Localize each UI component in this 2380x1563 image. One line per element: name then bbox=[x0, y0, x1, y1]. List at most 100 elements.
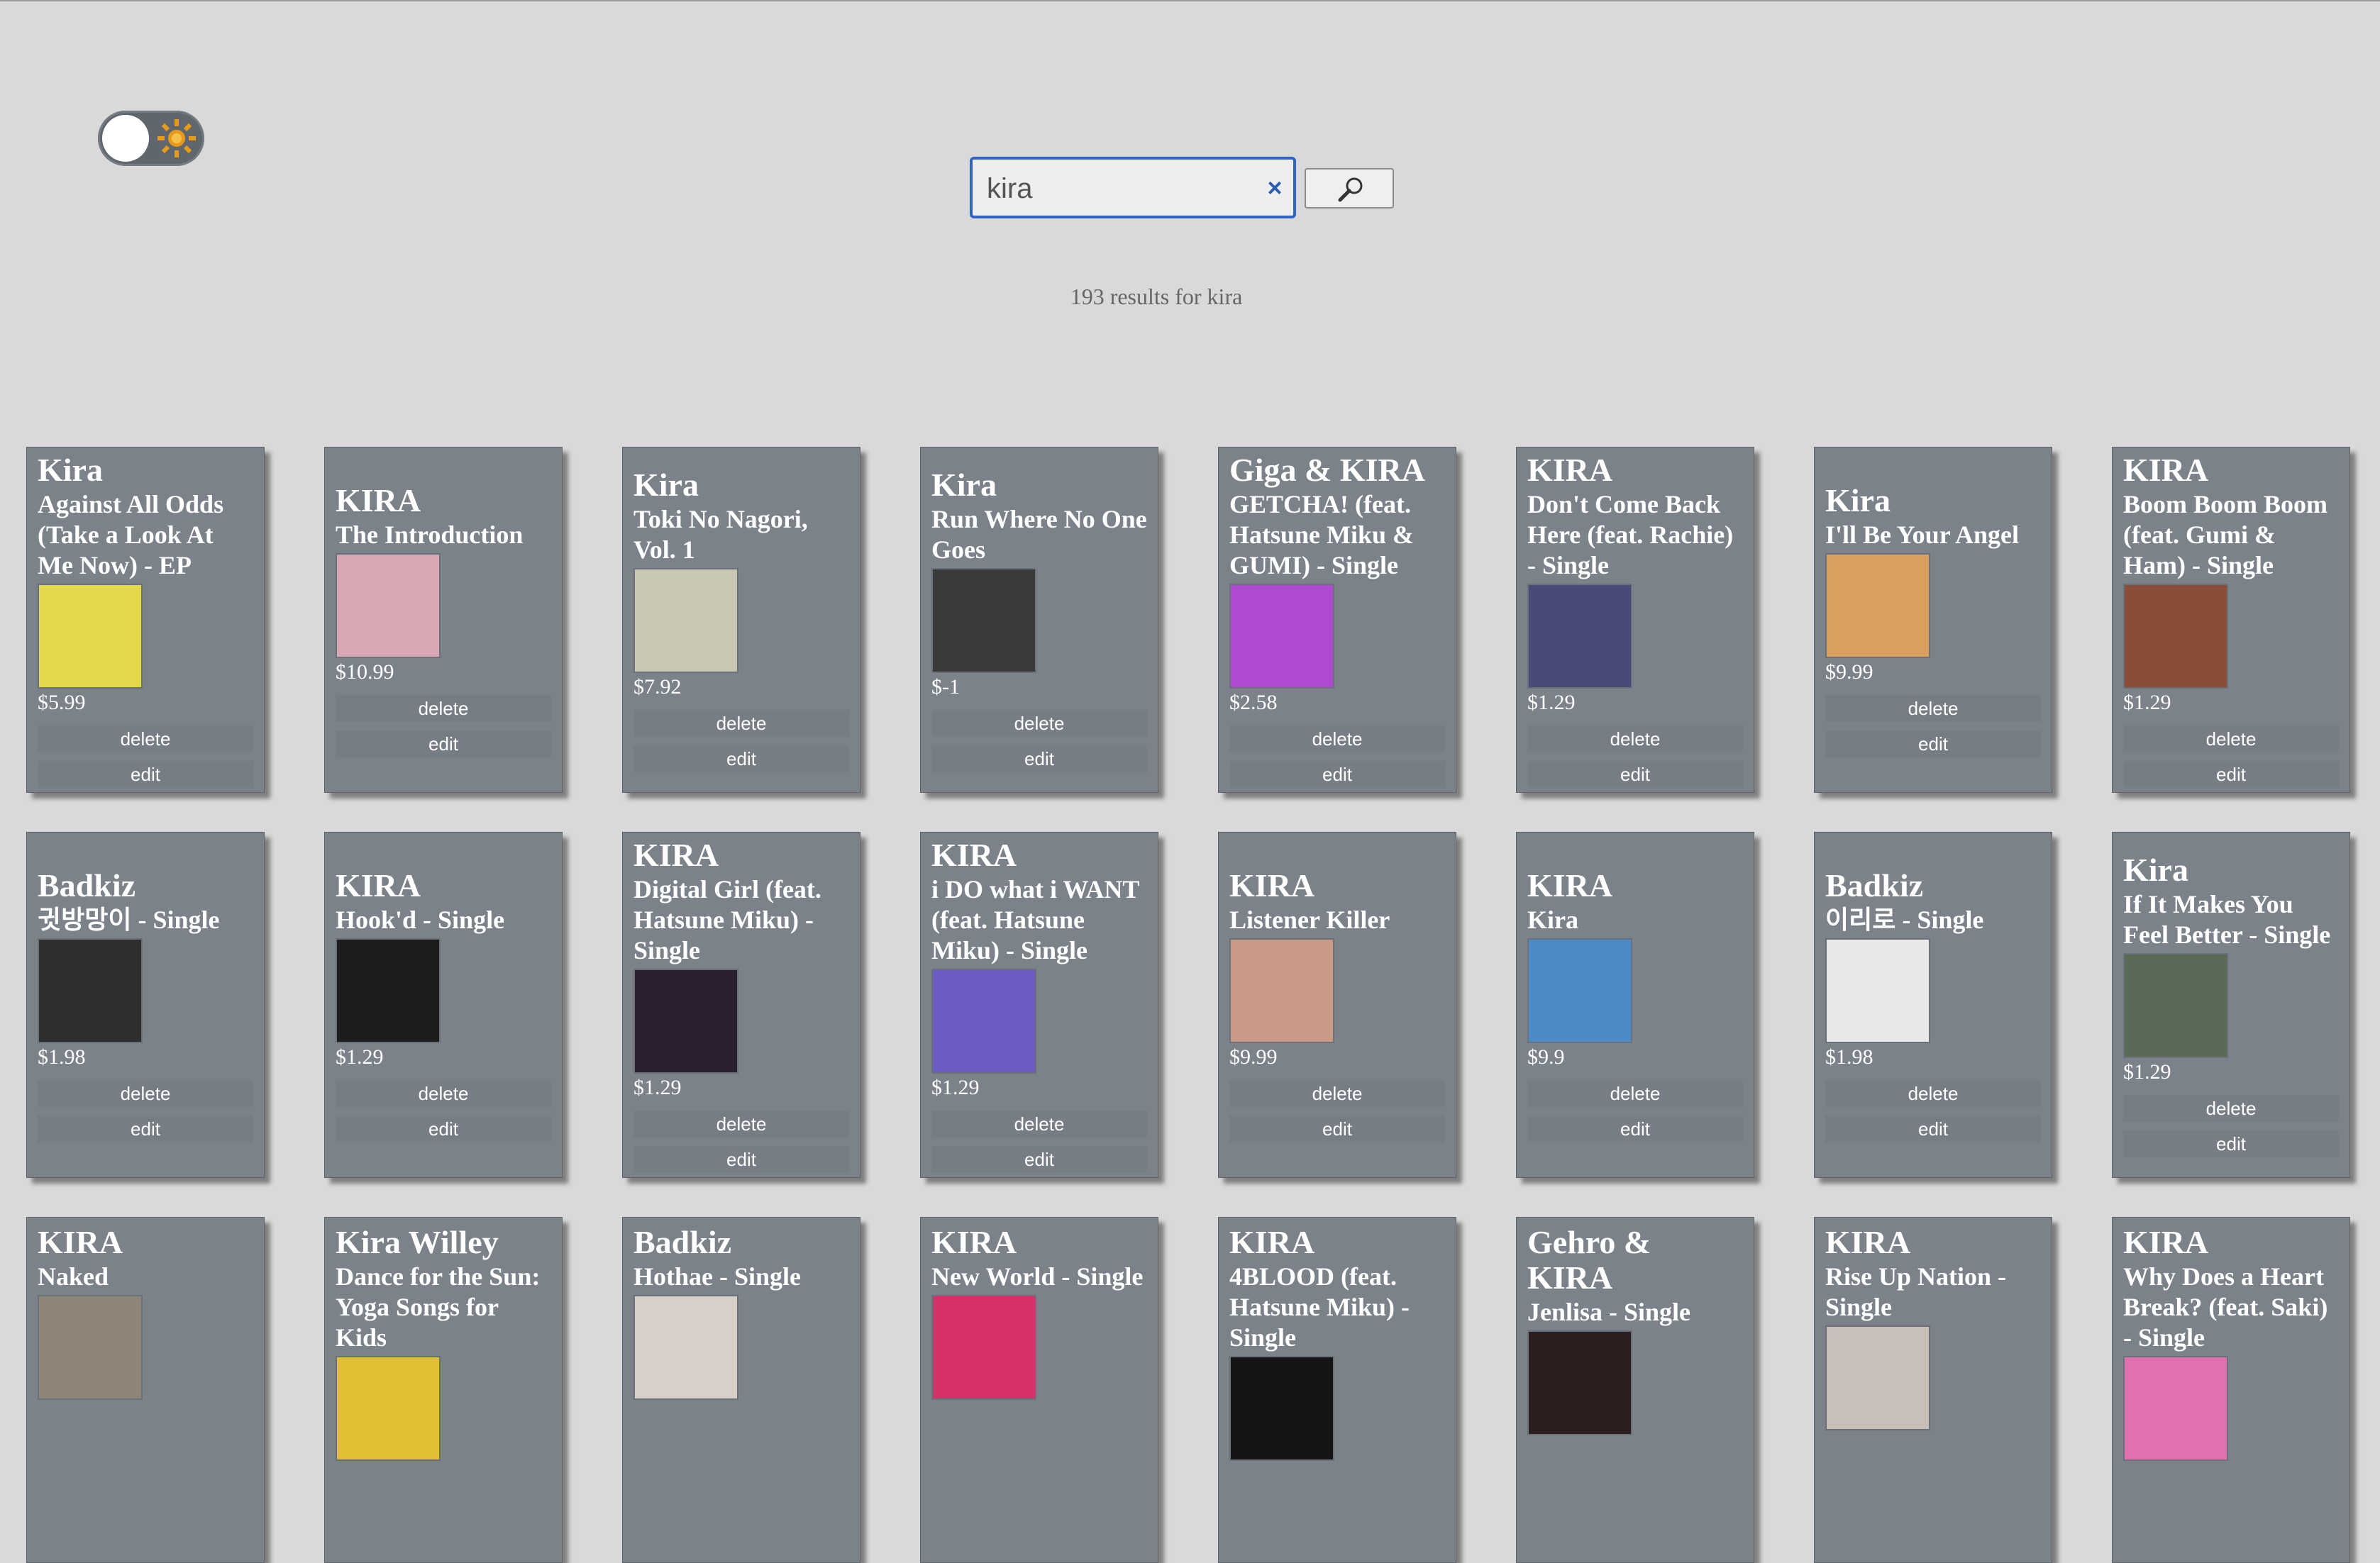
delete-button[interactable]: delete bbox=[38, 1079, 253, 1107]
delete-button[interactable]: delete bbox=[38, 725, 253, 752]
album-title: Jenlisa - Single bbox=[1527, 1298, 1691, 1326]
album-art bbox=[1825, 938, 1930, 1043]
delete-button[interactable]: delete bbox=[1825, 1079, 2041, 1107]
album-price: $1.29 bbox=[2123, 690, 2171, 714]
album-card: Kira Against All Odds (Take a Look At Me … bbox=[26, 447, 265, 793]
album-title: Kira bbox=[1527, 905, 1578, 934]
edit-button[interactable]: edit bbox=[2123, 1130, 2339, 1157]
album-art bbox=[931, 968, 1036, 1074]
album-title: 4BLOOD (feat. Hatsune Miku) - Single bbox=[1229, 1262, 1410, 1352]
delete-button[interactable]: delete bbox=[336, 694, 551, 722]
album-artist: Kira Willey bbox=[336, 1224, 499, 1260]
album-price: $2.58 bbox=[1229, 690, 1278, 714]
edit-button[interactable]: edit bbox=[931, 745, 1147, 772]
album-card: Kira Run Where No One Goes $-1 delete edit bbox=[920, 447, 1158, 793]
album-title: Listener Killer bbox=[1229, 905, 1390, 934]
album-artist: KIRA bbox=[931, 836, 1017, 873]
album-title: The Introduction bbox=[336, 520, 524, 549]
album-title: Dance for the Sun: Yoga Songs for Kids bbox=[336, 1262, 541, 1352]
album-art bbox=[38, 938, 143, 1043]
delete-button[interactable]: delete bbox=[1527, 1079, 1743, 1107]
delete-button[interactable]: delete bbox=[2123, 725, 2339, 752]
album-card: KIRA Digital Girl (feat. Hatsune Miku) - … bbox=[622, 832, 860, 1178]
album-artist: Kira bbox=[2123, 852, 2188, 888]
edit-button[interactable]: edit bbox=[931, 1145, 1147, 1173]
album-art bbox=[336, 1356, 441, 1461]
album-art bbox=[336, 938, 441, 1043]
album-art bbox=[1825, 1325, 1930, 1430]
delete-button[interactable]: delete bbox=[2123, 1095, 2339, 1122]
album-title: Hothae - Single bbox=[633, 1262, 802, 1291]
edit-button[interactable]: edit bbox=[1825, 1115, 2041, 1142]
album-title: Hook'd - Single bbox=[336, 905, 505, 934]
delete-button[interactable]: delete bbox=[931, 1110, 1147, 1138]
edit-button[interactable]: edit bbox=[1527, 760, 1743, 788]
edit-button[interactable]: edit bbox=[336, 1115, 551, 1142]
album-title: Why Does a Heart Break? (feat. Saki) - S… bbox=[2123, 1262, 2328, 1352]
top-border bbox=[0, 0, 2380, 1]
edit-button[interactable]: edit bbox=[1527, 1115, 1743, 1142]
theme-toggle[interactable] bbox=[98, 111, 204, 166]
album-card: KIRA Rise Up Nation - Single bbox=[1814, 1217, 2052, 1563]
delete-button[interactable]: delete bbox=[1825, 694, 2041, 722]
album-title: Don't Come Back Here (feat. Rachie) - Si… bbox=[1527, 489, 1734, 579]
edit-button[interactable]: edit bbox=[1229, 760, 1445, 788]
delete-button[interactable]: delete bbox=[633, 710, 849, 737]
album-art bbox=[931, 1295, 1036, 1400]
album-art bbox=[38, 583, 143, 689]
delete-button[interactable]: delete bbox=[931, 710, 1147, 737]
toggle-knob[interactable] bbox=[102, 115, 149, 162]
album-artist: KIRA bbox=[1527, 867, 1613, 903]
album-card: KIRA 4BLOOD (feat. Hatsune Miku) - Single bbox=[1218, 1217, 1456, 1563]
album-art bbox=[931, 568, 1036, 673]
album-price: $-1 bbox=[931, 675, 960, 699]
album-artist: Badkiz bbox=[38, 867, 136, 903]
album-artist: KIRA bbox=[38, 1224, 123, 1260]
magnifier-icon bbox=[1338, 177, 1363, 202]
album-price: $7.92 bbox=[633, 675, 682, 699]
delete-button[interactable]: delete bbox=[1229, 725, 1445, 752]
delete-button[interactable]: delete bbox=[633, 1110, 849, 1138]
edit-button[interactable]: edit bbox=[38, 1115, 253, 1142]
album-artist: Badkiz bbox=[633, 1224, 732, 1260]
clear-search-button[interactable]: × bbox=[1261, 174, 1289, 202]
edit-button[interactable]: edit bbox=[633, 745, 849, 772]
album-title: Run Where No One Goes bbox=[931, 505, 1147, 564]
album-card: Kira If It Makes You Feel Better - Single… bbox=[2112, 832, 2350, 1178]
album-artist: Kira bbox=[633, 467, 699, 503]
album-card: KIRA i DO what i WANT (feat. Hatsune Miku… bbox=[920, 832, 1158, 1178]
delete-button[interactable]: delete bbox=[1527, 725, 1743, 752]
edit-button[interactable]: edit bbox=[633, 1145, 849, 1173]
search-input[interactable] bbox=[985, 167, 1244, 211]
album-title: Digital Girl (feat. Hatsune Miku) - Sing… bbox=[633, 874, 821, 964]
album-art bbox=[633, 568, 738, 673]
album-card: Badkiz Hothae - Single bbox=[622, 1217, 860, 1563]
search-button[interactable] bbox=[1305, 168, 1394, 208]
album-artist: Giga & KIRA bbox=[1229, 451, 1425, 488]
album-art bbox=[2123, 583, 2228, 689]
edit-button[interactable]: edit bbox=[1825, 730, 2041, 757]
search-box[interactable]: × bbox=[970, 157, 1296, 218]
album-artist: KIRA bbox=[633, 836, 719, 873]
album-card: Kira Willey Dance for the Sun: Yoga Songs… bbox=[324, 1217, 563, 1563]
album-price: $1.29 bbox=[1527, 690, 1576, 714]
album-price: $9.9 bbox=[1527, 1045, 1565, 1069]
album-title: New World - Single bbox=[931, 1262, 1144, 1291]
album-art bbox=[1229, 938, 1334, 1043]
album-card: Gehro & KIRA Jenlisa - Single bbox=[1516, 1217, 1754, 1563]
album-artist: Badkiz bbox=[1825, 867, 1924, 903]
edit-button[interactable]: edit bbox=[336, 730, 551, 757]
delete-button[interactable]: delete bbox=[336, 1079, 551, 1107]
edit-button[interactable]: edit bbox=[2123, 760, 2339, 788]
album-artist: Kira bbox=[931, 467, 997, 503]
album-art bbox=[633, 1295, 738, 1400]
edit-button[interactable]: edit bbox=[38, 760, 253, 788]
delete-button[interactable]: delete bbox=[1229, 1079, 1445, 1107]
album-card: Kira Toki No Nagori, Vol. 1 $7.92 delete edi… bbox=[622, 447, 860, 793]
album-artist: KIRA bbox=[1229, 1224, 1315, 1260]
album-art bbox=[1229, 583, 1334, 689]
edit-button[interactable]: edit bbox=[1229, 1115, 1445, 1142]
album-art bbox=[336, 552, 441, 658]
album-art bbox=[1527, 938, 1632, 1043]
album-title: 이리로 - Single bbox=[1825, 905, 1984, 934]
